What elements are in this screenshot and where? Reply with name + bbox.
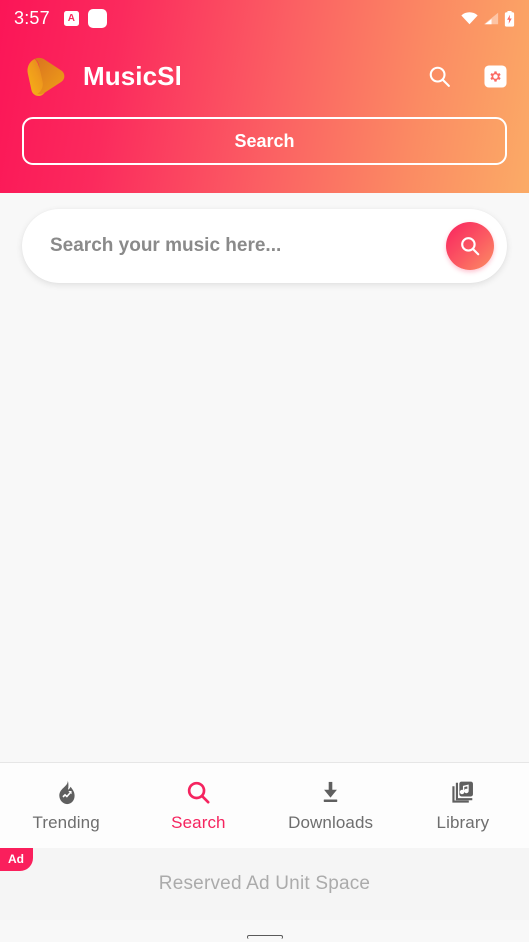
status-bar-clock: 3:57 xyxy=(14,8,50,28)
ad-unit-container[interactable]: Ad Reserved Ad Unit Space xyxy=(0,848,529,920)
status-bar-system-icons xyxy=(461,10,515,27)
system-gesture-bar xyxy=(0,920,529,942)
header-search-button[interactable] xyxy=(425,62,453,90)
notification-badge-a-icon xyxy=(63,11,79,26)
ad-badge: Ad xyxy=(0,848,33,871)
search-icon xyxy=(458,234,482,258)
download-arrow-icon xyxy=(317,779,344,806)
nav-item-trending[interactable]: Trending xyxy=(0,763,132,848)
search-results-area xyxy=(0,283,529,762)
search-area xyxy=(0,193,529,283)
app-header: 3:57 A MusicSl Search xyxy=(0,0,529,193)
app-root: 3:57 A MusicSl Search Search your music … xyxy=(0,0,529,942)
nav-label-search: Search xyxy=(171,812,226,832)
bottom-navigation: Trending Search Downloads Library xyxy=(0,762,529,848)
play-swoosh-logo-icon xyxy=(22,52,70,100)
app-title: MusicSl xyxy=(83,60,182,91)
gesture-home-pill[interactable] xyxy=(246,935,283,939)
nav-item-library[interactable]: Library xyxy=(397,763,529,848)
cellular-signal-icon xyxy=(483,12,499,25)
flame-trending-icon xyxy=(53,779,80,806)
ad-placeholder-text: Reserved Ad Unit Space xyxy=(158,873,371,894)
library-music-icon xyxy=(449,779,476,806)
nav-label-trending: Trending xyxy=(32,812,100,832)
wifi-icon xyxy=(461,12,478,25)
nav-label-library: Library xyxy=(436,812,490,832)
tab-strip: Search xyxy=(0,117,529,165)
battery-charging-icon xyxy=(504,10,515,27)
app-bar: MusicSl xyxy=(0,37,529,115)
nav-item-downloads[interactable]: Downloads xyxy=(265,763,397,848)
search-icon xyxy=(427,64,452,89)
search-field[interactable] xyxy=(22,209,507,283)
search-submit-button[interactable] xyxy=(446,222,494,270)
settings-gear-icon xyxy=(483,64,508,89)
search-input[interactable] xyxy=(50,235,445,257)
nav-item-search[interactable]: Search xyxy=(132,763,264,848)
brand: MusicSl xyxy=(22,52,182,100)
tab-search[interactable]: Search xyxy=(22,117,507,165)
notification-square-icon xyxy=(87,9,107,28)
app-bar-actions xyxy=(425,62,509,90)
status-bar-notifications xyxy=(63,9,107,28)
status-bar: 3:57 xyxy=(0,0,529,37)
header-settings-button[interactable] xyxy=(481,62,509,90)
nav-label-downloads: Downloads xyxy=(288,812,374,832)
search-icon xyxy=(185,779,212,806)
